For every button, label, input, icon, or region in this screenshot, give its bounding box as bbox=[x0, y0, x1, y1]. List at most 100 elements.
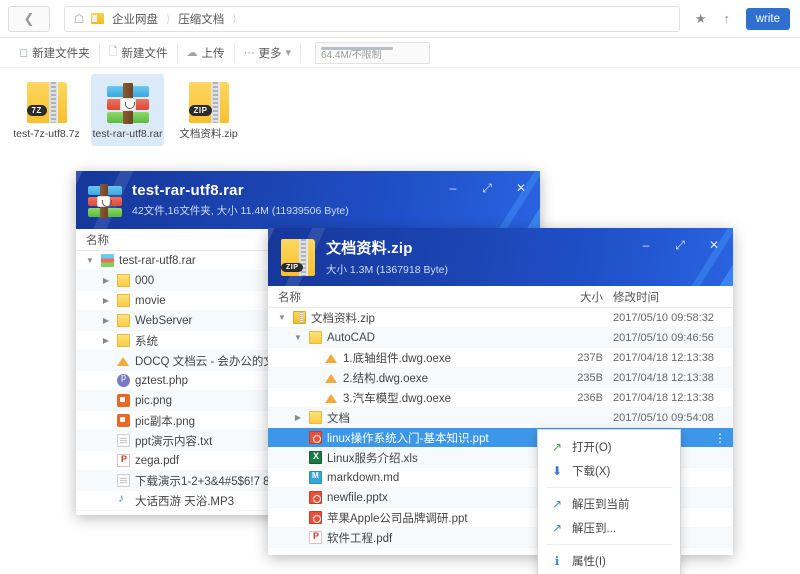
caret-right-icon[interactable]: ▶ bbox=[100, 296, 112, 305]
window-subtitle-zip: 大小 1.3M (1367918 Byte) bbox=[326, 264, 448, 276]
window-titlebar-zip[interactable]: ZIP 文档资料.zip 大小 1.3M (1367918 Byte) – ⤢ … bbox=[268, 228, 733, 286]
caret-down-icon[interactable]: ▼ bbox=[276, 313, 288, 322]
row-name-cell: Linux服务介绍.xls bbox=[268, 450, 557, 466]
row-name-label: 文档 bbox=[327, 412, 350, 425]
row-name-label: zega.pdf bbox=[135, 454, 180, 467]
file-tile-label: test-7z-utf8.7z bbox=[13, 128, 80, 140]
context-menu-item-label: 下载(X) bbox=[572, 466, 611, 478]
row-name-label: 软件工程.pdf bbox=[327, 532, 393, 545]
row-name-label: 苹果Apple公司品牌调研.ppt bbox=[327, 512, 468, 525]
caret-right-icon[interactable]: ▶ bbox=[292, 413, 304, 422]
context-menu[interactable]: ↗ 打开(O) ⬇ 下载(X) ↗ 解压到当前 ↗ 解压到... ℹ 属性(I) bbox=[537, 429, 681, 574]
ppt-icon bbox=[309, 511, 322, 524]
row-name-label: 大话西游 天浴.MP3 bbox=[135, 495, 235, 508]
home-icon[interactable]: ☖ bbox=[71, 11, 87, 27]
row-name-label: AutoCAD bbox=[327, 331, 375, 344]
table-row[interactable]: ▼ 文档资料.zip 2017/05/10 09:58:32 bbox=[268, 308, 733, 328]
storage-quota-indicator: 64.4M/不限制 bbox=[315, 41, 431, 64]
write-button[interactable]: write bbox=[745, 7, 790, 30]
table-row[interactable]: ▼ AutoCAD 2017/05/10 09:46:56 bbox=[268, 328, 733, 348]
new-folder-button[interactable]: ◻ 新建文件夹 bbox=[10, 42, 100, 63]
new-folder-label: 新建文件夹 bbox=[32, 47, 90, 60]
star-icon[interactable]: ★ bbox=[688, 6, 714, 32]
row-modified-cell: 2017/04/18 12:13:38 bbox=[613, 391, 714, 404]
context-menu-item[interactable]: ⬇ 下载(X) bbox=[538, 459, 680, 483]
table-row[interactable]: 1.底轴组件.dwg.oexe 237B 2017/04/18 12:13:38 bbox=[268, 348, 733, 368]
dwg-icon bbox=[325, 371, 338, 384]
archive-badge-zip: ZIP bbox=[281, 263, 304, 272]
close-icon[interactable]: ✕ bbox=[514, 181, 528, 195]
md-icon bbox=[309, 471, 322, 484]
context-menu-item-label: 属性(I) bbox=[572, 556, 606, 568]
archive-zip-icon bbox=[293, 311, 306, 324]
context-menu-item[interactable]: ↗ 解压到当前 bbox=[538, 492, 680, 516]
address-bar[interactable]: ☖ 企业网盘 ⟩ 压缩文档 ⟩ bbox=[64, 5, 680, 32]
archive-rar-icon bbox=[101, 254, 114, 267]
table-row[interactable]: 2.结构.dwg.oexe 235B 2017/04/18 12:13:38 bbox=[268, 368, 733, 388]
expand-icon[interactable]: ⤢ bbox=[673, 238, 687, 252]
window-titlebar-rar[interactable]: test-rar-utf8.rar 42文件,16文件夹, 大小 11.4M (… bbox=[76, 171, 540, 229]
row-modified-cell: 2017/05/10 09:54:08 bbox=[613, 411, 714, 424]
ellipsis-icon: ⋯ bbox=[243, 47, 255, 59]
caret-right-icon[interactable]: ▶ bbox=[100, 276, 112, 285]
file-outline-icon: 🗋 bbox=[108, 46, 118, 58]
context-menu-separator bbox=[546, 544, 672, 545]
folder-icon bbox=[117, 334, 130, 347]
caret-down-icon[interactable]: ▼ bbox=[292, 333, 304, 342]
caret-right-icon[interactable]: ▶ bbox=[100, 336, 112, 345]
row-name-label: 系统 bbox=[135, 335, 158, 348]
archive-7z-icon: 7Z bbox=[24, 80, 70, 124]
file-tile-7z[interactable]: 7Z test-7z-utf8.7z bbox=[10, 74, 83, 146]
back-button[interactable]: ❮ bbox=[8, 5, 50, 32]
extract-here-icon: ↗ bbox=[551, 497, 563, 511]
folder-icon bbox=[309, 411, 322, 424]
table-row[interactable]: ▶ 文档 2017/05/10 09:54:08 bbox=[268, 408, 733, 428]
pdf-icon bbox=[117, 454, 130, 467]
archive-badge-zip: ZIP bbox=[188, 105, 213, 116]
file-tile-zip[interactable]: ZIP 文档资料.zip bbox=[172, 74, 245, 146]
file-tile-rar[interactable]: test-rar-utf8.rar bbox=[91, 74, 164, 146]
caret-right-icon[interactable]: ▶ bbox=[100, 316, 112, 325]
minimize-icon[interactable]: – bbox=[639, 238, 653, 252]
txt-icon bbox=[117, 434, 130, 447]
top-navigation-bar: ❮ ☖ 企业网盘 ⟩ 压缩文档 ⟩ ★ ↑ write bbox=[0, 0, 800, 38]
more-button[interactable]: ⋯ 更多 ▾ bbox=[235, 42, 302, 63]
dwg-icon bbox=[325, 391, 338, 404]
kebab-menu-icon[interactable]: ⋮ bbox=[714, 431, 727, 445]
upload-button[interactable]: ☁ 上传 bbox=[178, 42, 235, 63]
table-row[interactable]: 3.汽车模型.dwg.oexe 236B 2017/04/18 12:13:38 bbox=[268, 388, 733, 408]
arrow-up-icon[interactable]: ↑ bbox=[714, 6, 740, 32]
close-icon[interactable]: ✕ bbox=[707, 238, 721, 252]
breadcrumb-item-0[interactable]: 企业网盘 bbox=[108, 11, 162, 27]
ppt-icon bbox=[309, 431, 322, 444]
breadcrumb-separator: ⟩ bbox=[166, 13, 171, 25]
column-header-zip: 名称 大小 修改时间 bbox=[268, 286, 733, 308]
upload-label: 上传 bbox=[201, 47, 225, 60]
row-size-cell: 235B bbox=[577, 371, 603, 384]
action-toolbar: ◻ 新建文件夹 🗋 新建文件 ☁ 上传 ⋯ 更多 ▾ 64.4M/不限制 bbox=[0, 38, 800, 68]
breadcrumb-item-1[interactable]: 压缩文档 bbox=[174, 11, 228, 27]
row-modified-cell: 2017/04/18 12:13:38 bbox=[613, 371, 714, 384]
caret-down-icon[interactable]: ▼ bbox=[84, 256, 96, 265]
context-menu-item[interactable]: ℹ 属性(I) bbox=[538, 549, 680, 573]
row-name-label: movie bbox=[135, 294, 166, 307]
new-file-button[interactable]: 🗋 新建文件 bbox=[100, 42, 178, 63]
file-tile-label: 文档资料.zip bbox=[179, 128, 238, 140]
row-name-cell: linux操作系统入门-基本知识.ppt bbox=[268, 430, 557, 446]
row-name-label: 文档资料.zip bbox=[311, 312, 375, 325]
archive-zip-icon: ZIP bbox=[186, 80, 232, 124]
folder-outline-icon: ◻ bbox=[19, 47, 29, 59]
png-icon bbox=[117, 394, 130, 407]
context-menu-item[interactable]: ↗ 打开(O) bbox=[538, 435, 680, 459]
archive-rar-icon bbox=[105, 80, 151, 124]
row-name-label: test-rar-utf8.rar bbox=[119, 254, 196, 267]
minimize-icon[interactable]: – bbox=[446, 181, 460, 195]
expand-icon[interactable]: ⤢ bbox=[480, 181, 494, 195]
row-name-cell: 苹果Apple公司品牌调研.ppt bbox=[268, 510, 557, 526]
extract-to-icon: ↗ bbox=[551, 521, 563, 535]
row-name-label: linux操作系统入门-基本知识.ppt bbox=[327, 432, 489, 445]
context-menu-item[interactable]: ↗ 解压到... bbox=[538, 516, 680, 540]
pdf-icon bbox=[309, 531, 322, 544]
context-menu-separator bbox=[546, 487, 672, 488]
quota-label: 64.4M/不限制 bbox=[321, 49, 382, 61]
